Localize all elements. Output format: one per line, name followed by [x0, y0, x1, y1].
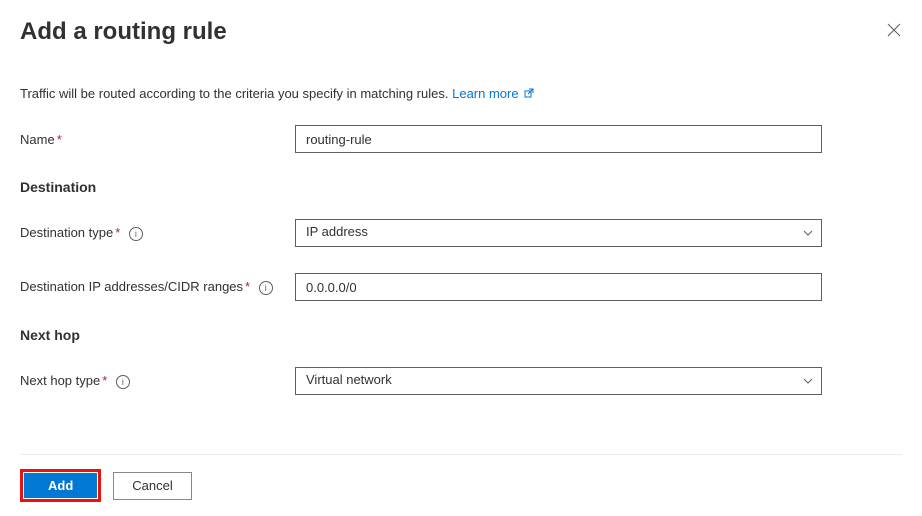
name-label: Name*: [20, 132, 295, 147]
destination-section-heading: Destination: [20, 179, 902, 195]
footer-actions: Add Cancel: [20, 454, 902, 502]
destination-ip-input[interactable]: [295, 273, 822, 301]
required-indicator: *: [102, 373, 107, 388]
next-hop-type-select[interactable]: Virtual network: [295, 367, 822, 395]
next-hop-section-heading: Next hop: [20, 327, 902, 343]
add-button-highlight: Add: [20, 469, 101, 502]
add-button[interactable]: Add: [24, 473, 97, 498]
cancel-button[interactable]: Cancel: [113, 472, 191, 500]
destination-type-select[interactable]: IP address: [295, 219, 822, 247]
close-button[interactable]: [886, 22, 902, 38]
required-indicator: *: [115, 225, 120, 240]
required-indicator: *: [57, 132, 62, 147]
learn-more-link[interactable]: Learn more: [452, 86, 534, 101]
next-hop-type-label: Next hop type* i: [20, 373, 295, 389]
destination-type-label: Destination type* i: [20, 225, 295, 241]
name-input[interactable]: [295, 125, 822, 153]
page-title: Add a routing rule: [20, 18, 227, 46]
info-icon[interactable]: i: [259, 281, 273, 295]
description-text: Traffic will be routed according to the …: [20, 86, 902, 101]
info-icon[interactable]: i: [129, 227, 143, 241]
required-indicator: *: [245, 279, 250, 294]
info-icon[interactable]: i: [116, 375, 130, 389]
close-icon: [887, 23, 901, 37]
external-link-icon: [524, 88, 534, 101]
destination-ip-label: Destination IP addresses/CIDR ranges* i: [20, 279, 295, 295]
